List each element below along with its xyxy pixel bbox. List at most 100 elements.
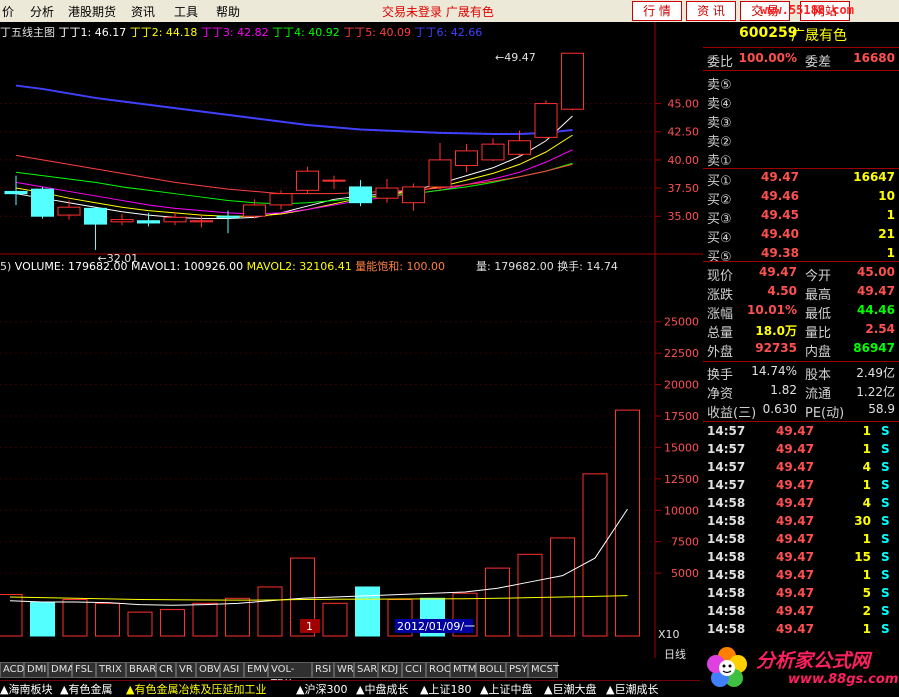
news-button[interactable]: 资 讯 <box>686 1 736 21</box>
tick-side: S <box>881 514 890 528</box>
indicator-tab[interactable]: MCST <box>528 662 559 678</box>
fundamental-label: 流通 <box>805 387 832 402</box>
candle-body <box>481 143 505 161</box>
menu-help[interactable]: 帮助 <box>216 3 240 20</box>
candle-body <box>243 204 266 217</box>
volume-bar <box>517 553 543 637</box>
volume-tick-label: 17500 <box>664 410 699 423</box>
indicator-tab[interactable]: VR <box>176 662 196 678</box>
indicator-tab[interactable]: ACD <box>0 662 24 678</box>
fundamental-value: 0.630 <box>762 402 797 416</box>
tick-price: 49.47 <box>776 478 814 492</box>
period-label[interactable]: 日线 <box>664 646 686 662</box>
indicator-tab[interactable]: ROC <box>426 662 451 678</box>
candle-body <box>84 207 107 225</box>
candle-body <box>137 220 160 224</box>
quote-button[interactable]: 行 情 <box>632 1 682 21</box>
candle-body <box>402 186 425 204</box>
sector-tab[interactable]: ▲巨潮大盘 <box>544 681 596 697</box>
fundamental-label: 换手 <box>707 368 734 383</box>
menu-news[interactable]: 资讯 <box>131 3 155 20</box>
sell-row: 卖② <box>703 131 899 150</box>
candle-body <box>322 179 346 182</box>
tick-row: 14:58 49.47 1 S <box>703 622 899 640</box>
volume-tick-label: 20000 <box>664 379 699 392</box>
chart-svg: 35.00 37.50 40.00 42.50 45.00 ←32.01 ←49.47 500… <box>0 22 703 658</box>
sell-label: 卖④ <box>707 97 732 112</box>
tick-row: 14:58 49.47 4 S <box>703 496 899 514</box>
sector-tab[interactable]: ▲上证180 <box>420 681 471 697</box>
indicator-tab[interactable]: FSL <box>72 662 96 678</box>
indicator-tab[interactable]: BRAR <box>126 662 156 678</box>
volume-bar <box>322 602 348 637</box>
tick-time: 14:57 <box>707 478 746 492</box>
tick-time: 14:58 <box>707 550 746 564</box>
buy-label: 买④ <box>707 231 732 246</box>
indicator-tab[interactable]: CCI <box>402 662 426 678</box>
indicator-tab[interactable]: KDJ <box>378 662 402 678</box>
tick-row: 14:57 49.47 1 S <box>703 442 899 460</box>
stat-value: 10.01% <box>747 303 797 317</box>
indicator-tab[interactable]: DMA <box>48 662 74 678</box>
chart-area: 丁五线主图 丁丁1: 46.17 丁丁2: 44.18 丁丁3: 42.82 丁… <box>0 22 704 658</box>
buy-row: 买① 49.47 16647 <box>703 170 899 189</box>
sector-tab[interactable]: ▲有色金属 <box>60 681 112 697</box>
sector-tab[interactable]: ▲中盘成长 <box>356 681 408 697</box>
tick-price: 49.47 <box>776 514 814 528</box>
stat-label: 最低 <box>805 307 832 322</box>
volume-bar <box>257 586 283 637</box>
sector-tab[interactable]: ▲海南板块 <box>0 681 52 697</box>
buy-volume: 1 <box>886 208 895 222</box>
candle-body <box>455 150 478 167</box>
fundamental-row: 净资 1.82 流通 1.22亿 <box>703 383 899 402</box>
stat-value: 45.00 <box>857 265 895 279</box>
ad-logo-name: 分析家公式网 <box>756 650 871 672</box>
sector-tab[interactable]: ▲有色金属冶炼及压延加工业 <box>126 681 266 697</box>
stat-label: 现价 <box>707 269 734 284</box>
tick-time: 14:57 <box>707 460 746 474</box>
buy-label: 买③ <box>707 212 732 227</box>
ad-logo-url: www.88gs.com <box>788 672 899 687</box>
tick-volume: 5 <box>862 586 871 600</box>
divider <box>703 261 899 262</box>
marker-label: 1 <box>306 620 313 633</box>
tick-volume: 1 <box>862 568 871 582</box>
divider <box>703 168 899 169</box>
tick-volume: 4 <box>862 496 871 510</box>
buy-row: 买⑤ 49.38 1 <box>703 246 899 265</box>
indicator-tab[interactable]: RSI <box>312 662 334 678</box>
sector-tab[interactable]: ▲巨潮成长 <box>606 681 658 697</box>
indicator-tab[interactable]: BOLL <box>476 662 506 678</box>
indicator-tab[interactable]: CR <box>156 662 176 678</box>
menu-hk-futures[interactable]: 港股期货 <box>68 3 116 20</box>
indicator-tab[interactable]: WR <box>334 662 354 678</box>
indicator-tab[interactable]: SAR <box>354 662 378 678</box>
indicator-tab[interactable]: TRIX <box>96 662 126 678</box>
price-tick-label: 45.00 <box>668 98 700 111</box>
sector-tab[interactable]: ▲上证中盘 <box>480 681 532 697</box>
tick-row: 14:57 49.47 4 S <box>703 460 899 478</box>
fundamental-row: 换手 14.74% 股本 2.49亿 <box>703 364 899 383</box>
menu-price[interactable]: 价 <box>2 3 14 20</box>
volume-bar <box>192 602 218 637</box>
sector-tab[interactable]: ▲沪深300 <box>296 681 347 697</box>
buy-price: 49.40 <box>761 227 799 241</box>
indicator-tab[interactable]: OBV <box>196 662 220 678</box>
tick-side: S <box>881 532 890 546</box>
indicator-tab[interactable]: ASI <box>220 662 244 678</box>
indicator-tab[interactable]: VOL-TDX <box>268 662 312 689</box>
indicator-tab[interactable]: DMI <box>24 662 48 678</box>
buy-row: 买③ 49.45 1 <box>703 208 899 227</box>
indicator-tab[interactable]: PSY <box>506 662 528 678</box>
menu-tools[interactable]: 工具 <box>174 3 198 20</box>
weibi-row: 委比 100.00% 委差 16680 <box>703 51 899 70</box>
tick-row: 14:57 49.47 1 S <box>703 424 899 442</box>
menu-analysis[interactable]: 分析 <box>30 3 54 20</box>
menu-bar: 价 分析 港股期货 资讯 工具 帮助 交易未登录 广晟有色 行 情 资 讯 交 … <box>0 0 899 23</box>
indicator-tab[interactable]: MTM <box>450 662 476 678</box>
tick-price: 49.47 <box>776 586 814 600</box>
price-annotation: ←32.01 <box>98 252 139 265</box>
indicator-tab[interactable]: EMV <box>244 662 269 678</box>
weicha-value: 16680 <box>853 51 895 65</box>
tick-volume: 1 <box>862 442 871 456</box>
